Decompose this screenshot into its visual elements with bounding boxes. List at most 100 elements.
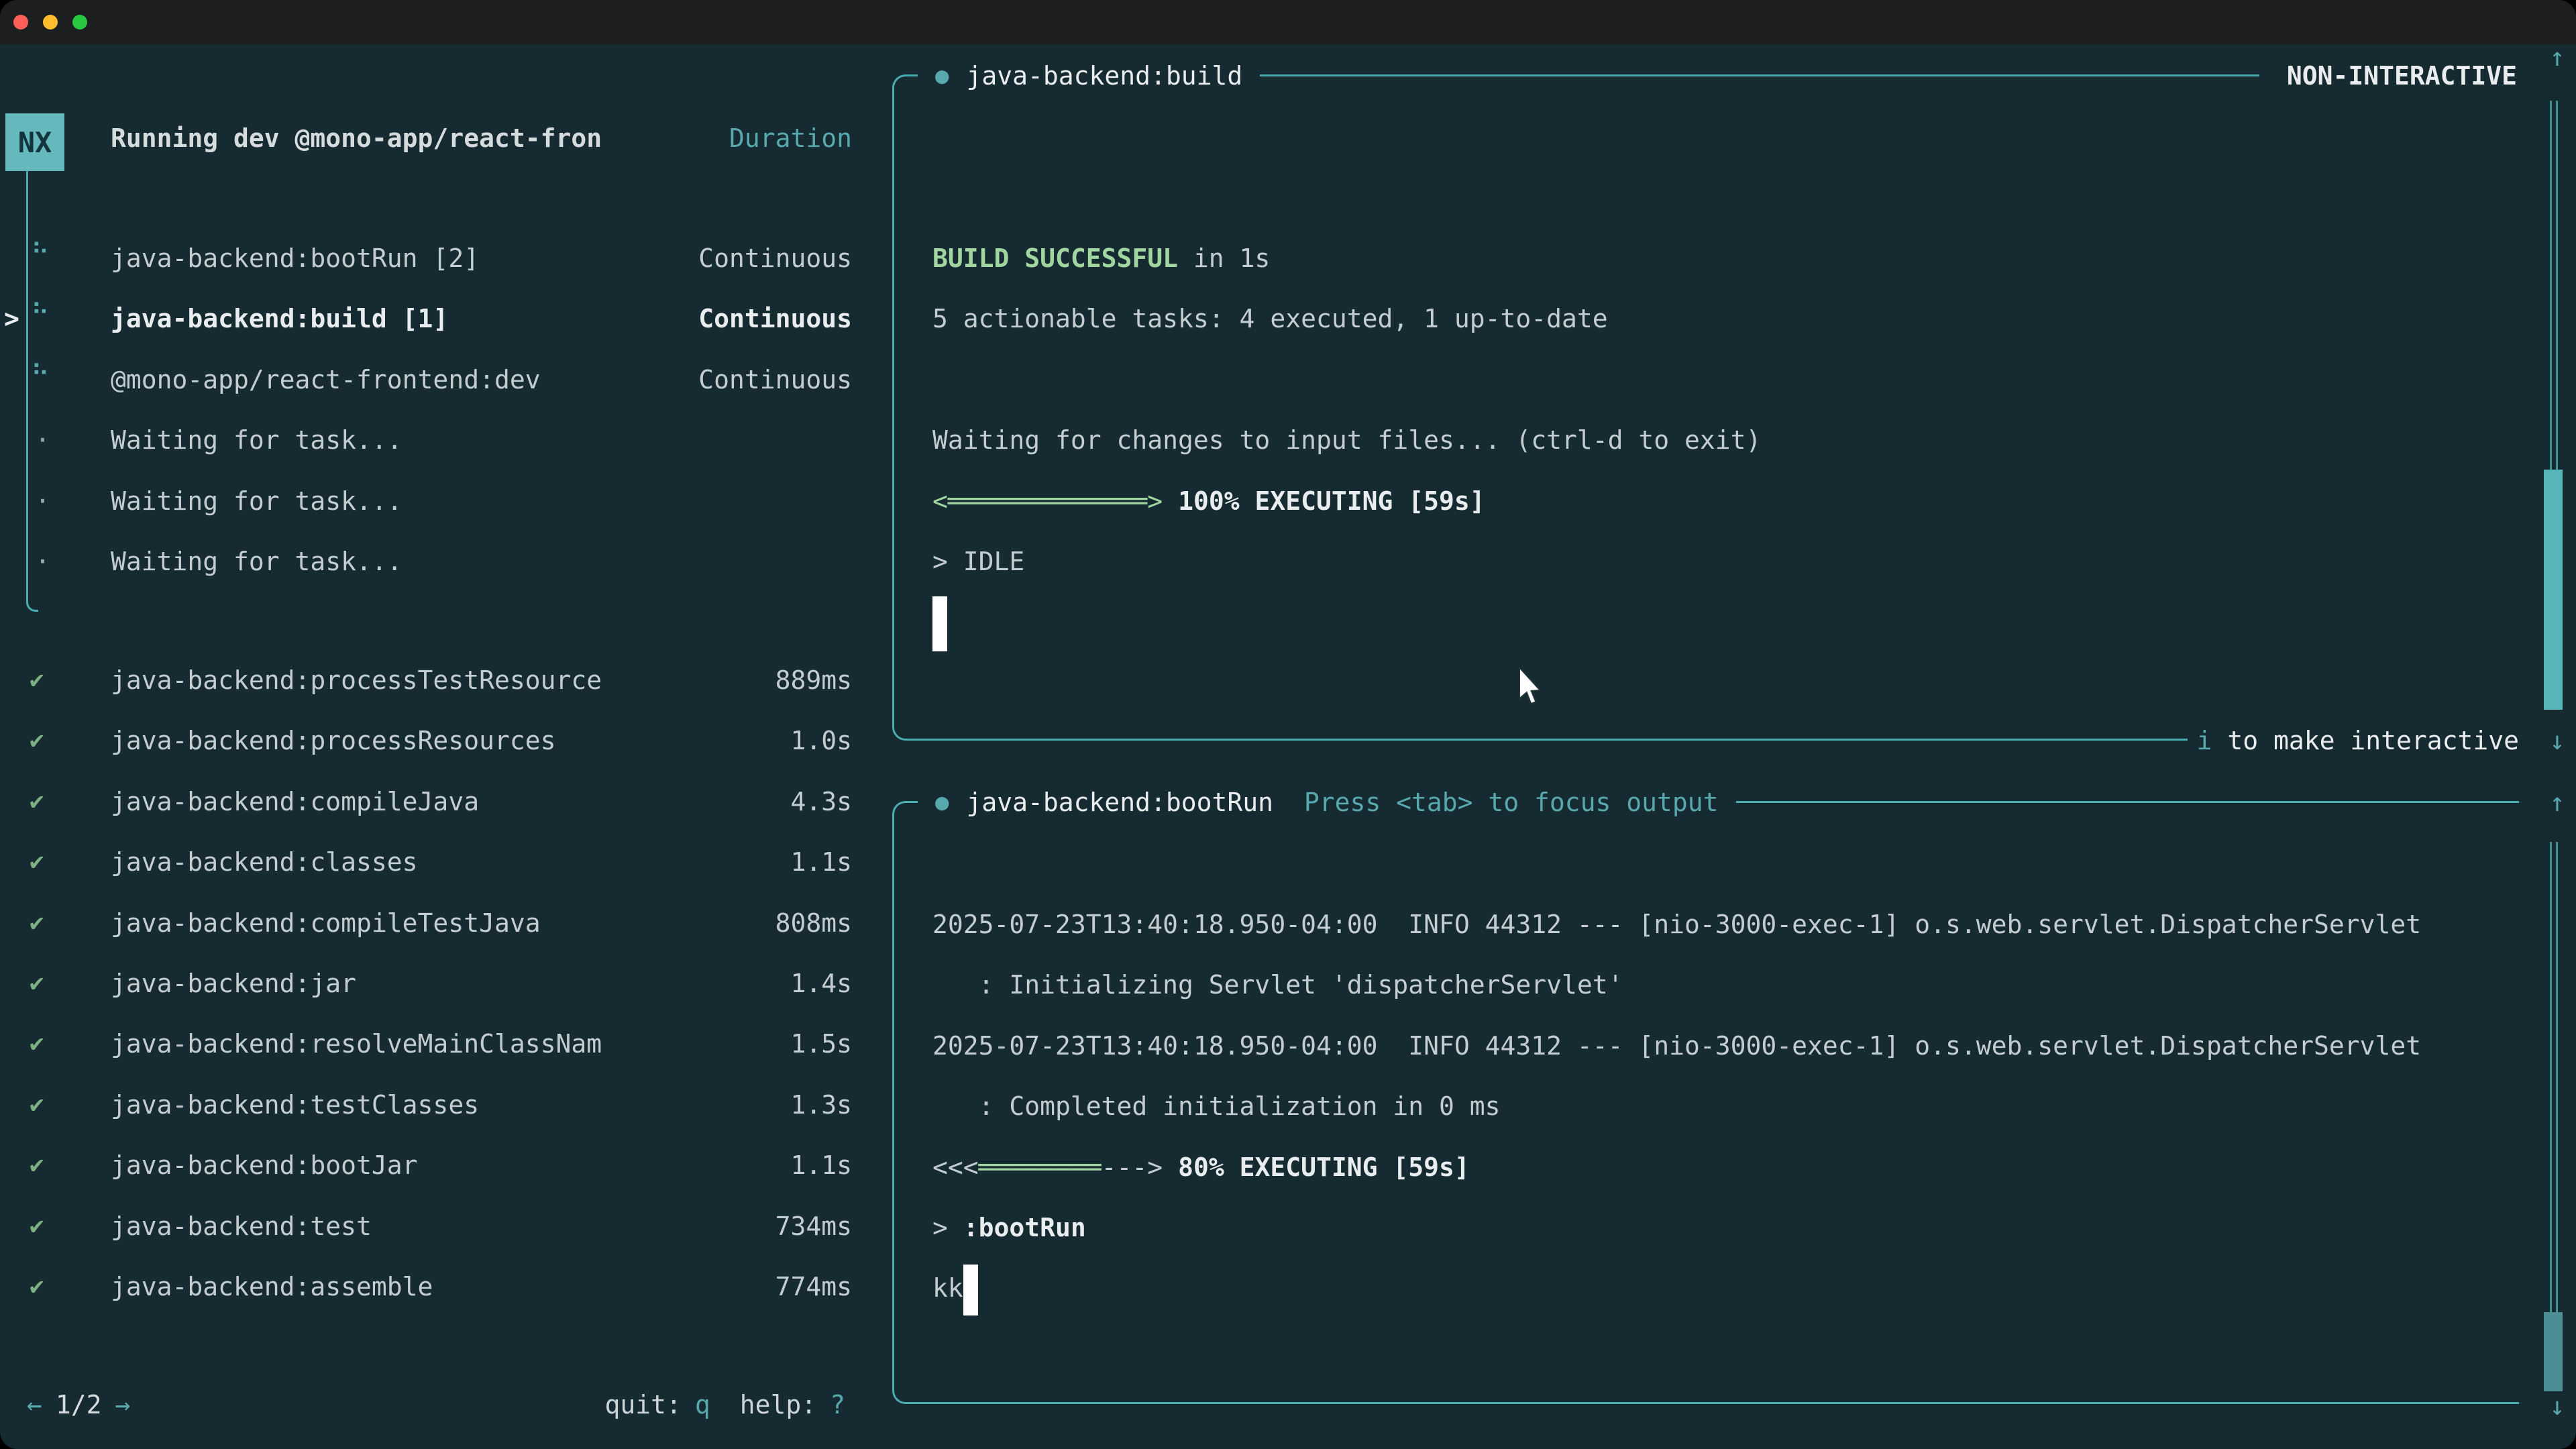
task-label: java-backend:processTestResource xyxy=(111,650,602,710)
interactive-hint-text: to make interactive xyxy=(2212,710,2519,771)
task-row[interactable]: > ⠓ java-backend:bootRun [2] Continuous xyxy=(0,228,892,288)
check-icon: ✔ xyxy=(30,832,44,892)
task-row[interactable]: > ⠓ @mono-app/react-frontend:dev Continu… xyxy=(0,350,892,410)
task-row[interactable]: ✔ java-backend:bootJar 1.1s xyxy=(0,1135,892,1195)
check-icon: ✔ xyxy=(30,893,44,953)
quit-key[interactable]: q xyxy=(695,1375,710,1435)
terminal-window: NX Running dev @mono-app/react-fron Dura… xyxy=(0,0,2576,1449)
help-key[interactable]: ? xyxy=(830,1375,845,1435)
bottom-pane-header: ● java-backend:bootRun Press <tab> to fo… xyxy=(918,772,1736,833)
text-segment: : Completed initialization in 0 ms xyxy=(932,1091,1500,1121)
check-icon: ✔ xyxy=(30,650,44,710)
bottom-scrollbar-track[interactable] xyxy=(2550,842,2558,1385)
task-label: java-backend:compileJava xyxy=(111,771,479,832)
mouse-cursor-icon xyxy=(1517,667,1544,709)
terminal-line: 5 actionable tasks: 4 executed, 1 up-to-… xyxy=(932,288,1608,349)
bottom-pane-title: java-backend:bootRun Press <tab> to focu… xyxy=(966,772,1718,833)
task-duration: 1.1s xyxy=(790,1135,852,1195)
close-button[interactable] xyxy=(13,15,28,30)
terminal-line: : Completed initialization in 0 ms xyxy=(932,1076,1500,1136)
text-segment: Waiting for changes to input files... (c… xyxy=(932,425,1761,455)
interactive-hint-key[interactable]: i xyxy=(2197,710,2212,771)
task-row[interactable]: ✔ java-backend:compileJava 4.3s xyxy=(0,771,892,832)
shortcut-hints: quit: q help: ? xyxy=(604,1375,845,1435)
task-row[interactable]: ✔ java-backend:classes 1.1s xyxy=(0,832,892,892)
check-icon: ✔ xyxy=(30,771,44,832)
terminal-line: > IDLE xyxy=(932,531,1024,592)
task-duration: 808ms xyxy=(775,893,852,953)
task-status: Continuous xyxy=(698,228,852,288)
minimize-button[interactable] xyxy=(43,15,58,30)
task-row[interactable]: ✔ java-backend:processTestResource 889ms xyxy=(0,650,892,710)
task-row[interactable]: ✔ java-backend:compileTestJava 808ms xyxy=(0,893,892,953)
terminal-cursor xyxy=(932,596,947,651)
task-label: java-backend:test xyxy=(111,1196,372,1256)
check-icon: ✔ xyxy=(30,953,44,1014)
task-row[interactable]: > · Waiting for task... xyxy=(0,471,892,531)
task-state-icon: · xyxy=(35,531,50,592)
title-bar[interactable] xyxy=(0,0,2576,44)
task-row[interactable]: ✔ java-backend:processResources 1.0s xyxy=(0,710,892,771)
task-duration: 4.3s xyxy=(790,771,852,832)
scroll-down-icon[interactable]: ↓ xyxy=(2537,710,2576,771)
text-segment: BUILD SUCCESSFUL xyxy=(932,244,1178,273)
text-segment: in 1s xyxy=(1178,244,1270,273)
task-row[interactable]: > · Waiting for task... xyxy=(0,410,892,470)
scroll-up-icon[interactable]: ↑ xyxy=(2537,772,2576,833)
page-indicator: 1/2 xyxy=(56,1375,102,1435)
terminal-line: > :bootRun xyxy=(932,1197,1086,1258)
bottom-pane-title-text: java-backend:bootRun xyxy=(966,788,1273,817)
text-segment: :bootRun xyxy=(963,1213,1086,1242)
interactive-hint: i to make interactive xyxy=(2188,710,2519,771)
zoom-button[interactable] xyxy=(72,15,87,30)
task-status: Continuous xyxy=(698,288,852,349)
task-state-icon: ⠓ xyxy=(31,344,50,405)
page-next-icon[interactable]: → xyxy=(115,1375,131,1435)
text-segment xyxy=(1163,486,1178,516)
text-segment: 2025-07-23T13:40:18.950-04:00 INFO 44312… xyxy=(932,910,2421,939)
task-label: java-backend:build [1] xyxy=(111,288,448,349)
page-prev-icon[interactable]: ← xyxy=(27,1375,42,1435)
scroll-up-icon[interactable]: ↑ xyxy=(2537,27,2576,87)
pagination: ← 1/2 → xyxy=(27,1375,130,1435)
task-row[interactable]: > · Waiting for task... xyxy=(0,531,892,592)
task-row[interactable]: ✔ java-backend:test 734ms xyxy=(0,1196,892,1256)
top-pane-header: ● java-backend:build xyxy=(918,46,1260,106)
task-label: Waiting for task... xyxy=(111,471,402,531)
task-state-icon: ⠓ xyxy=(31,223,50,283)
task-row[interactable]: ✔ java-backend:jar 1.4s xyxy=(0,953,892,1014)
focus-output-hint: Press <tab> to focus output xyxy=(1304,788,1719,817)
check-icon: ✔ xyxy=(30,1014,44,1074)
task-row[interactable]: > ⠓ java-backend:build [1] Continuous xyxy=(0,288,892,349)
task-dot-icon: ● xyxy=(935,772,949,833)
quit-label: quit: xyxy=(604,1375,681,1435)
task-row[interactable]: ✔ java-backend:assemble 774ms xyxy=(0,1256,892,1317)
task-row[interactable]: ✔ java-backend:resolveMainClassNam 1.5s xyxy=(0,1014,892,1074)
task-label: Waiting for task... xyxy=(111,531,402,592)
text-segment: ════════ xyxy=(979,1152,1102,1182)
task-label: java-backend:resolveMainClassNam xyxy=(111,1014,602,1074)
text-segment: > IDLE xyxy=(932,547,1024,576)
task-duration: 774ms xyxy=(775,1256,852,1317)
task-state-icon: ⠓ xyxy=(31,283,50,343)
top-pane-title: java-backend:build xyxy=(966,46,1242,106)
task-label: java-backend:bootJar xyxy=(111,1135,418,1195)
task-duration: 1.3s xyxy=(790,1075,852,1135)
top-scrollbar-thumb[interactable] xyxy=(2544,470,2563,710)
task-duration: 734ms xyxy=(775,1196,852,1256)
running-task-list: > ⠓ java-backend:bootRun [2] Continuous … xyxy=(0,228,892,604)
non-interactive-badge: NON-INTERACTIVE xyxy=(2269,46,2517,106)
terminal-line: BUILD SUCCESSFUL in 1s xyxy=(932,228,1270,288)
terminal-line: 2025-07-23T13:40:18.950-04:00 INFO 44312… xyxy=(932,894,2421,955)
sidebar-footer: ← 1/2 → quit: q help: ? xyxy=(0,1375,892,1435)
task-row[interactable]: ✔ java-backend:testClasses 1.3s xyxy=(0,1075,892,1135)
task-label: java-backend:bootRun [2] xyxy=(111,228,479,288)
build-output-pane[interactable] xyxy=(892,74,2259,741)
task-dot-icon: ● xyxy=(935,46,949,106)
text-segment: <<< xyxy=(932,1152,979,1182)
text-segment: : Initializing Servlet 'dispatcherServle… xyxy=(932,970,1623,1000)
scroll-down-icon[interactable]: ↓ xyxy=(2537,1376,2576,1436)
task-duration: 1.5s xyxy=(790,1014,852,1074)
task-duration: 1.0s xyxy=(790,710,852,771)
text-segment: kk xyxy=(932,1273,963,1303)
